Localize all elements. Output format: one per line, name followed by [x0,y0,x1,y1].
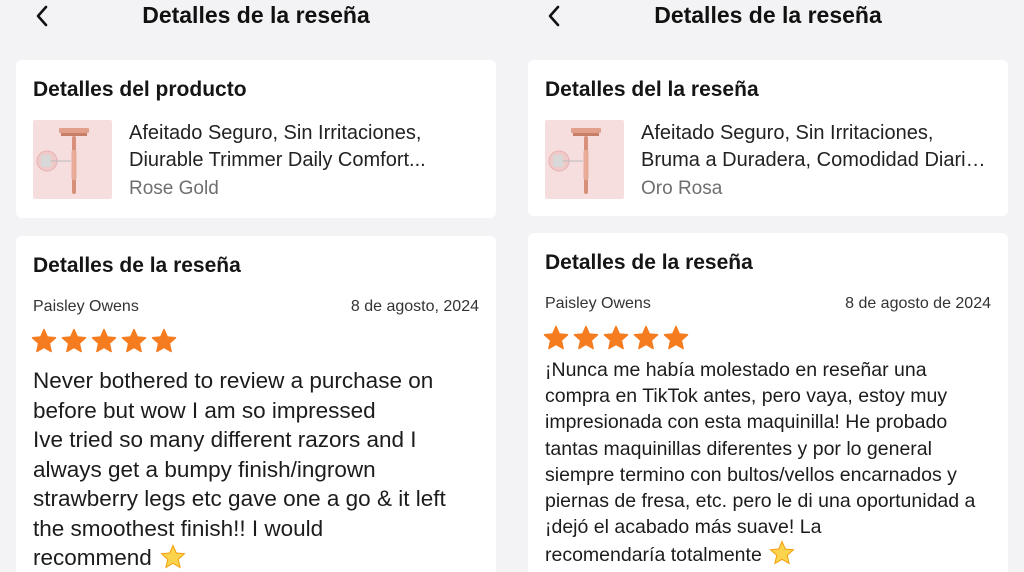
product-card-title: Detalles del la reseña [545,78,759,101]
page-title: Detalles de la reseña [654,2,882,28]
product-variant: Rose Gold [129,178,219,199]
razor-image [548,128,601,194]
review-details-card: Detalles de la reseña Paisley Owens 8 de… [16,236,496,572]
star-icon [573,325,599,350]
review-card-title: Detalles de la reseña [545,251,753,274]
product-details-card[interactable]: Detalles del la reseña Afeitado Seguro, … [528,60,1008,216]
review-line: Ive tried so many different razors and I [33,427,417,452]
product-thumbnail[interactable] [545,120,624,199]
product-thumbnail[interactable] [33,120,112,199]
review-line: tantas maquinillas diferentes y por lo g… [545,437,932,460]
review-line: piernas de fresa, etc. pero le di una op… [545,490,976,513]
product-name: Afeitado Seguro, Sin Irritaciones, Bruma… [641,120,991,174]
star-icon [543,325,569,350]
review-line: the smoothest finish!! I would [33,515,324,541]
star-icon [663,325,689,350]
review-line: Never bothered to review a purchase on [33,368,434,393]
review-details-screen-en: Detalles de la reseña Detalles del produ… [0,0,512,572]
product-name-line-2: Diurable Trimmer Daily Comfort... [129,149,426,171]
star-rating [543,325,689,351]
review-line: ¡Nunca me había molestado en reseñar una [545,359,927,381]
star-icon [61,328,87,353]
product-name: Afeitado Seguro, Sin Irritaciones, Diura… [129,120,479,174]
review-line: strawberry legs etc gave one a go & it l… [33,486,446,511]
product-card-title: Detalles del producto [33,78,247,101]
reviewer-name: Paisley Owens [545,295,651,312]
star-icon [31,328,57,353]
product-details-card[interactable]: Detalles del producto Afeitado Seguro, S… [16,60,496,218]
review-details-screen-es: Detalles de la reseña Detalles del la re… [512,0,1024,572]
star-icon [91,328,117,353]
review-line: ¡dejó el acabado más suave! La [545,516,822,539]
review-line-last: recommend [33,543,493,572]
review-line: always get a bumpy finish/ingrown [33,456,376,482]
product-name-line-1: Afeitado Seguro, Sin Irritaciones, [129,122,422,144]
review-line: impresionada con esta maquinilla! He pro… [545,411,948,434]
review-line-text: recommend [33,545,152,570]
product-variant: Oro Rosa [641,178,723,199]
review-line: siempre termino con bultos/vellos encarn… [545,463,957,486]
review-date: 8 de agosto de 2024 [845,295,991,312]
star-icon [633,325,659,350]
review-line: before but wow I am so impressed [33,397,376,423]
review-text: Never bothered to review a purchase on b… [33,366,493,572]
glowing-star-emoji-icon [160,544,186,569]
review-line-last: recomendaría totalmente [545,540,1005,568]
review-line-text: recomendaría totalmente [545,544,762,567]
review-text: ¡Nunca me había molestado en reseñar una… [545,357,1005,569]
razor-image [36,128,89,194]
header-bar: Detalles de la reseña [0,0,512,32]
review-card-title: Detalles de la reseña [33,254,241,277]
reviewer-name: Paisley Owens [33,298,139,315]
star-icon [603,325,629,350]
page-title: Detalles de la reseña [142,2,370,28]
header-bar: Detalles de la reseña [512,0,1024,32]
product-name-line-2: Bruma a Duradera, Comodidad Diaria... [641,149,991,171]
star-icon [121,328,147,353]
review-details-card: Detalles de la reseña Paisley Owens 8 de… [528,233,1008,572]
glowing-star-emoji-icon [769,540,795,565]
star-rating [31,328,177,354]
product-name-line-1: Afeitado Seguro, Sin Irritaciones, [641,122,934,144]
review-line: compra en TikTok antes, pero vaya, estoy… [545,385,948,408]
star-icon [151,328,177,353]
review-date: 8 de agosto, 2024 [350,298,479,315]
